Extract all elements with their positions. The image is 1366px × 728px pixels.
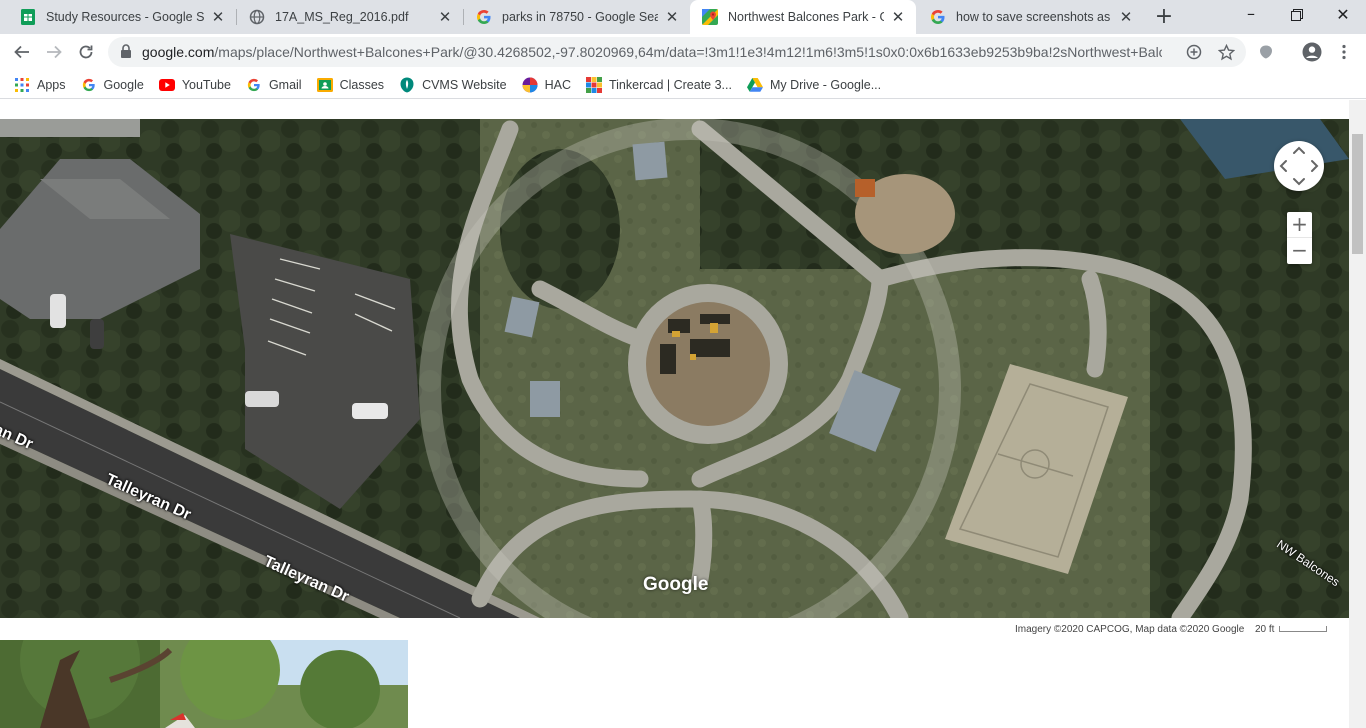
- tab-study-resources[interactable]: Study Resources - Google Sheets ✕: [8, 0, 236, 34]
- google-g-icon: [930, 9, 946, 25]
- compass-arrows-icon: [1279, 146, 1319, 186]
- scrollbar-thumb[interactable]: [1352, 134, 1363, 254]
- park-photo-image: [0, 640, 408, 728]
- google-g-icon: [246, 77, 262, 93]
- page-scrollbar[interactable]: [1349, 100, 1366, 728]
- extension-icon[interactable]: [1252, 38, 1280, 66]
- zoom-out-button[interactable]: −: [1287, 238, 1312, 264]
- reload-button[interactable]: [72, 38, 100, 66]
- google-drive-icon: [746, 77, 763, 93]
- page-content: an Dr Talleyran Dr Talleyran Dr NW Balco…: [0, 100, 1366, 728]
- bookmark-label: Classes: [339, 77, 385, 92]
- url-text[interactable]: google.com/maps/place/Northwest+Balcones…: [142, 44, 1162, 60]
- bookmark-label: YouTube: [181, 77, 231, 92]
- apps-grid-icon: [14, 77, 30, 93]
- tab-pdf[interactable]: 17A_MS_Reg_2016.pdf ✕: [237, 0, 463, 34]
- map-scale-bar: [1279, 626, 1327, 632]
- google-maps-icon: [702, 9, 718, 25]
- tab-title: Northwest Balcones Park - Google Maps: [728, 10, 884, 24]
- tab-strip: Study Resources - Google Sheets ✕ 17A_MS…: [0, 0, 1366, 34]
- bookmark-tinkercad[interactable]: Tinkercad | Create 3...: [585, 73, 732, 97]
- tinkercad-icon: [585, 76, 602, 93]
- arrow-left-icon: [14, 45, 29, 59]
- browser-toolbar: google.com/maps/place/Northwest+Balcones…: [0, 34, 1366, 71]
- bookmark-cvms-website[interactable]: CVMS Website: [399, 73, 507, 97]
- bookmark-gmail[interactable]: Gmail: [246, 73, 302, 97]
- lock-icon[interactable]: [120, 44, 132, 63]
- restore-window-button[interactable]: [1274, 0, 1320, 30]
- tab-google-maps[interactable]: Northwest Balcones Park - Google Maps ✕: [690, 0, 916, 34]
- arrow-right-icon: [47, 45, 62, 59]
- more-menu-icon[interactable]: [1330, 38, 1358, 66]
- bookmark-star-icon[interactable]: [1216, 42, 1236, 62]
- tab-parks-search[interactable]: parks in 78750 - Google Search ✕: [464, 0, 690, 34]
- minimize-window-button[interactable]: –: [1228, 0, 1274, 30]
- address-bar[interactable]: google.com/maps/place/Northwest+Balcones…: [108, 37, 1246, 67]
- bookmarks-bar: Apps Google YouTube Gmail Classes CVMS W…: [0, 71, 1366, 99]
- tab-title: 17A_MS_Reg_2016.pdf: [275, 10, 409, 24]
- bookmark-classes[interactable]: Classes: [316, 73, 385, 97]
- profile-avatar-icon[interactable]: [1298, 38, 1326, 66]
- classroom-icon: [316, 77, 333, 93]
- bookmark-label: Apps: [37, 77, 66, 92]
- map-attribution[interactable]: Imagery ©2020 CAPCOG, Map data ©2020 Goo…: [1015, 624, 1244, 635]
- bookmark-label: CVMS Website: [422, 77, 507, 92]
- zoom-in-button[interactable]: +: [1287, 212, 1312, 238]
- bookmark-label: Gmail: [268, 77, 302, 92]
- close-tab-icon[interactable]: ✕: [664, 9, 680, 25]
- google-watermark: Google: [643, 574, 709, 595]
- bookmark-apps[interactable]: Apps: [14, 73, 66, 97]
- satellite-imagery: [0, 119, 1349, 618]
- tab-title: parks in 78750 - Google Search: [502, 10, 658, 24]
- close-tab-icon[interactable]: ✕: [210, 9, 226, 25]
- url-domain: google.com: [142, 44, 215, 60]
- bookmark-youtube[interactable]: YouTube: [158, 73, 231, 97]
- bookmark-my-drive[interactable]: My Drive - Google...: [746, 73, 882, 97]
- url-path: /maps/place/Northwest+Balcones+Park/@30.…: [214, 44, 1162, 60]
- google-g-icon: [81, 77, 97, 93]
- bookmark-label: Google: [103, 77, 144, 92]
- zoom-controls: + −: [1287, 212, 1312, 264]
- close-tab-icon[interactable]: ✕: [437, 9, 453, 25]
- hac-icon: [522, 77, 538, 93]
- back-button[interactable]: [8, 38, 36, 66]
- tab-title: how to save screenshots as jpg: [956, 10, 1112, 24]
- bookmark-google[interactable]: Google: [81, 73, 144, 97]
- google-sheets-icon: [20, 9, 36, 25]
- reload-icon: [79, 45, 93, 59]
- bookmark-label: HAC: [544, 77, 571, 92]
- map-rotate-control[interactable]: [1274, 141, 1324, 191]
- satellite-map[interactable]: an Dr Talleyran Dr Talleyran Dr NW Balco…: [0, 119, 1349, 618]
- bookmark-label: My Drive - Google...: [769, 77, 882, 92]
- google-g-icon: [476, 9, 492, 25]
- tab-screenshots-search[interactable]: how to save screenshots as jpg ✕: [918, 0, 1144, 34]
- close-tab-icon[interactable]: ✕: [890, 9, 906, 25]
- map-scale-label[interactable]: 20 ft: [1255, 624, 1274, 635]
- bookmark-hac[interactable]: HAC: [522, 73, 571, 97]
- close-window-button[interactable]: ✕: [1320, 0, 1366, 30]
- bookmark-label: Tinkercad | Create 3...: [608, 77, 732, 92]
- globe-icon: [249, 9, 265, 25]
- install-app-icon[interactable]: [1184, 42, 1204, 62]
- new-tab-button[interactable]: +: [1150, 4, 1178, 30]
- school-icon: [399, 77, 415, 93]
- park-photo[interactable]: [0, 640, 408, 728]
- forward-button[interactable]: [40, 38, 68, 66]
- youtube-icon: [158, 77, 175, 93]
- close-tab-icon[interactable]: ✕: [1118, 9, 1134, 25]
- tab-title: Study Resources - Google Sheets: [46, 10, 204, 24]
